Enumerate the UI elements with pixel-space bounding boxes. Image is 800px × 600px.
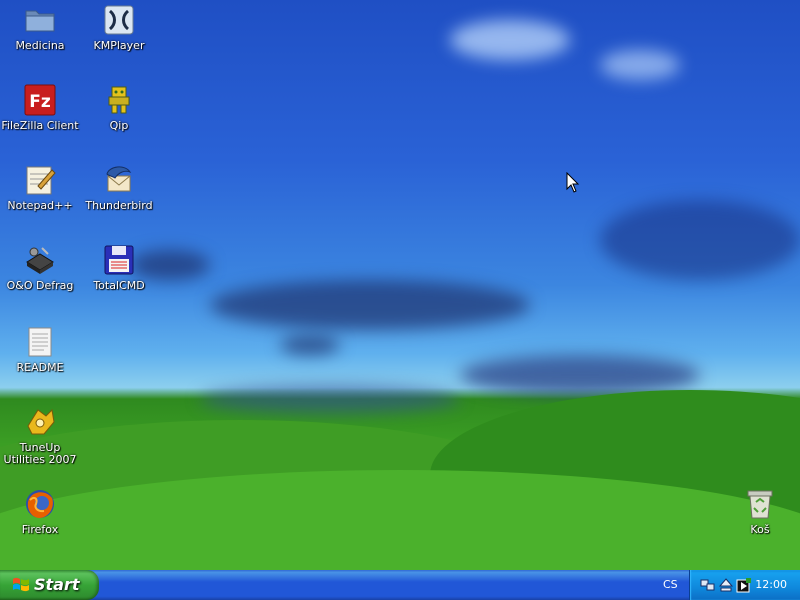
start-label: Start [34,575,80,594]
text-document-icon [24,326,56,358]
media-player-icon[interactable] [736,577,752,597]
desktop-icon-label: README [16,361,64,374]
clock[interactable]: 12:00 [755,578,787,591]
filezilla-icon: Fz [24,84,56,116]
recycle-bin-icon [744,488,776,520]
totalcmd-icon [103,244,135,276]
tuneup-icon [24,406,56,438]
desktop[interactable]: Medicina Fz FileZilla Client Notepad++ O… [0,0,800,570]
taskbar: Start CS 12:00 [0,570,800,600]
thunderbird-icon [103,164,135,196]
system-tray: 12:00 [689,570,800,600]
desktop-icon-thunderbird[interactable]: Thunderbird [79,164,159,212]
mouse-cursor-icon [566,171,580,198]
network-icon[interactable] [700,577,716,597]
defrag-icon [24,244,56,276]
windows-logo-icon [12,577,30,593]
wallpaper-cloud [600,200,800,280]
desktop-icon-label: Medicina [15,39,65,52]
language-indicator[interactable]: CS [663,578,678,591]
notepad-icon [24,164,56,196]
desktop-icon-defrag[interactable]: O&O Defrag [0,244,80,292]
desktop-icon-notepad[interactable]: Notepad++ [0,164,80,212]
desktop-icon-label: Firefox [21,523,59,536]
wallpaper-cloud [450,20,570,60]
desktop-icon-kmplayer[interactable]: KMPlayer [79,4,159,52]
desktop-icon-label: Thunderbird [85,199,153,212]
desktop-icon-label: Notepad++ [7,199,73,212]
desktop-icon-label: Koš [750,523,770,536]
desktop-icon-label: TuneUp Utilities 2007 [3,441,77,466]
wallpaper-cloud [210,280,530,330]
desktop-icon-label: FileZilla Client [1,119,79,132]
wallpaper-cloud [460,355,700,395]
desktop-icon-tuneup[interactable]: TuneUp Utilities 2007 [0,406,80,466]
desktop-icon-label: TotalCMD [93,279,145,292]
desktop-icon-filezilla[interactable]: Fz FileZilla Client [0,84,80,132]
desktop-icon-recycle-bin[interactable]: Koš [720,488,800,536]
safely-remove-hardware-icon[interactable] [718,577,734,597]
qip-icon [103,84,135,116]
desktop-icon-label: KMPlayer [93,39,145,52]
desktop-icon-firefox[interactable]: Firefox [0,488,80,536]
wallpaper-cloud [280,335,340,355]
desktop-icon-readme[interactable]: README [0,326,80,374]
desktop-icon-medicina[interactable]: Medicina [0,4,80,52]
desktop-icon-label: O&O Defrag [6,279,74,292]
desktop-icon-label: Qip [109,119,129,132]
desktop-icon-qip[interactable]: Qip [79,84,159,132]
desktop-icon-totalcmd[interactable]: TotalCMD [79,244,159,292]
kmplayer-icon [103,4,135,36]
svg-text:Fz: Fz [29,92,51,112]
firefox-icon [24,488,56,520]
wallpaper-cloud [200,385,460,413]
start-button[interactable]: Start [0,570,99,600]
folder-icon [24,4,56,36]
wallpaper-cloud [600,50,680,80]
